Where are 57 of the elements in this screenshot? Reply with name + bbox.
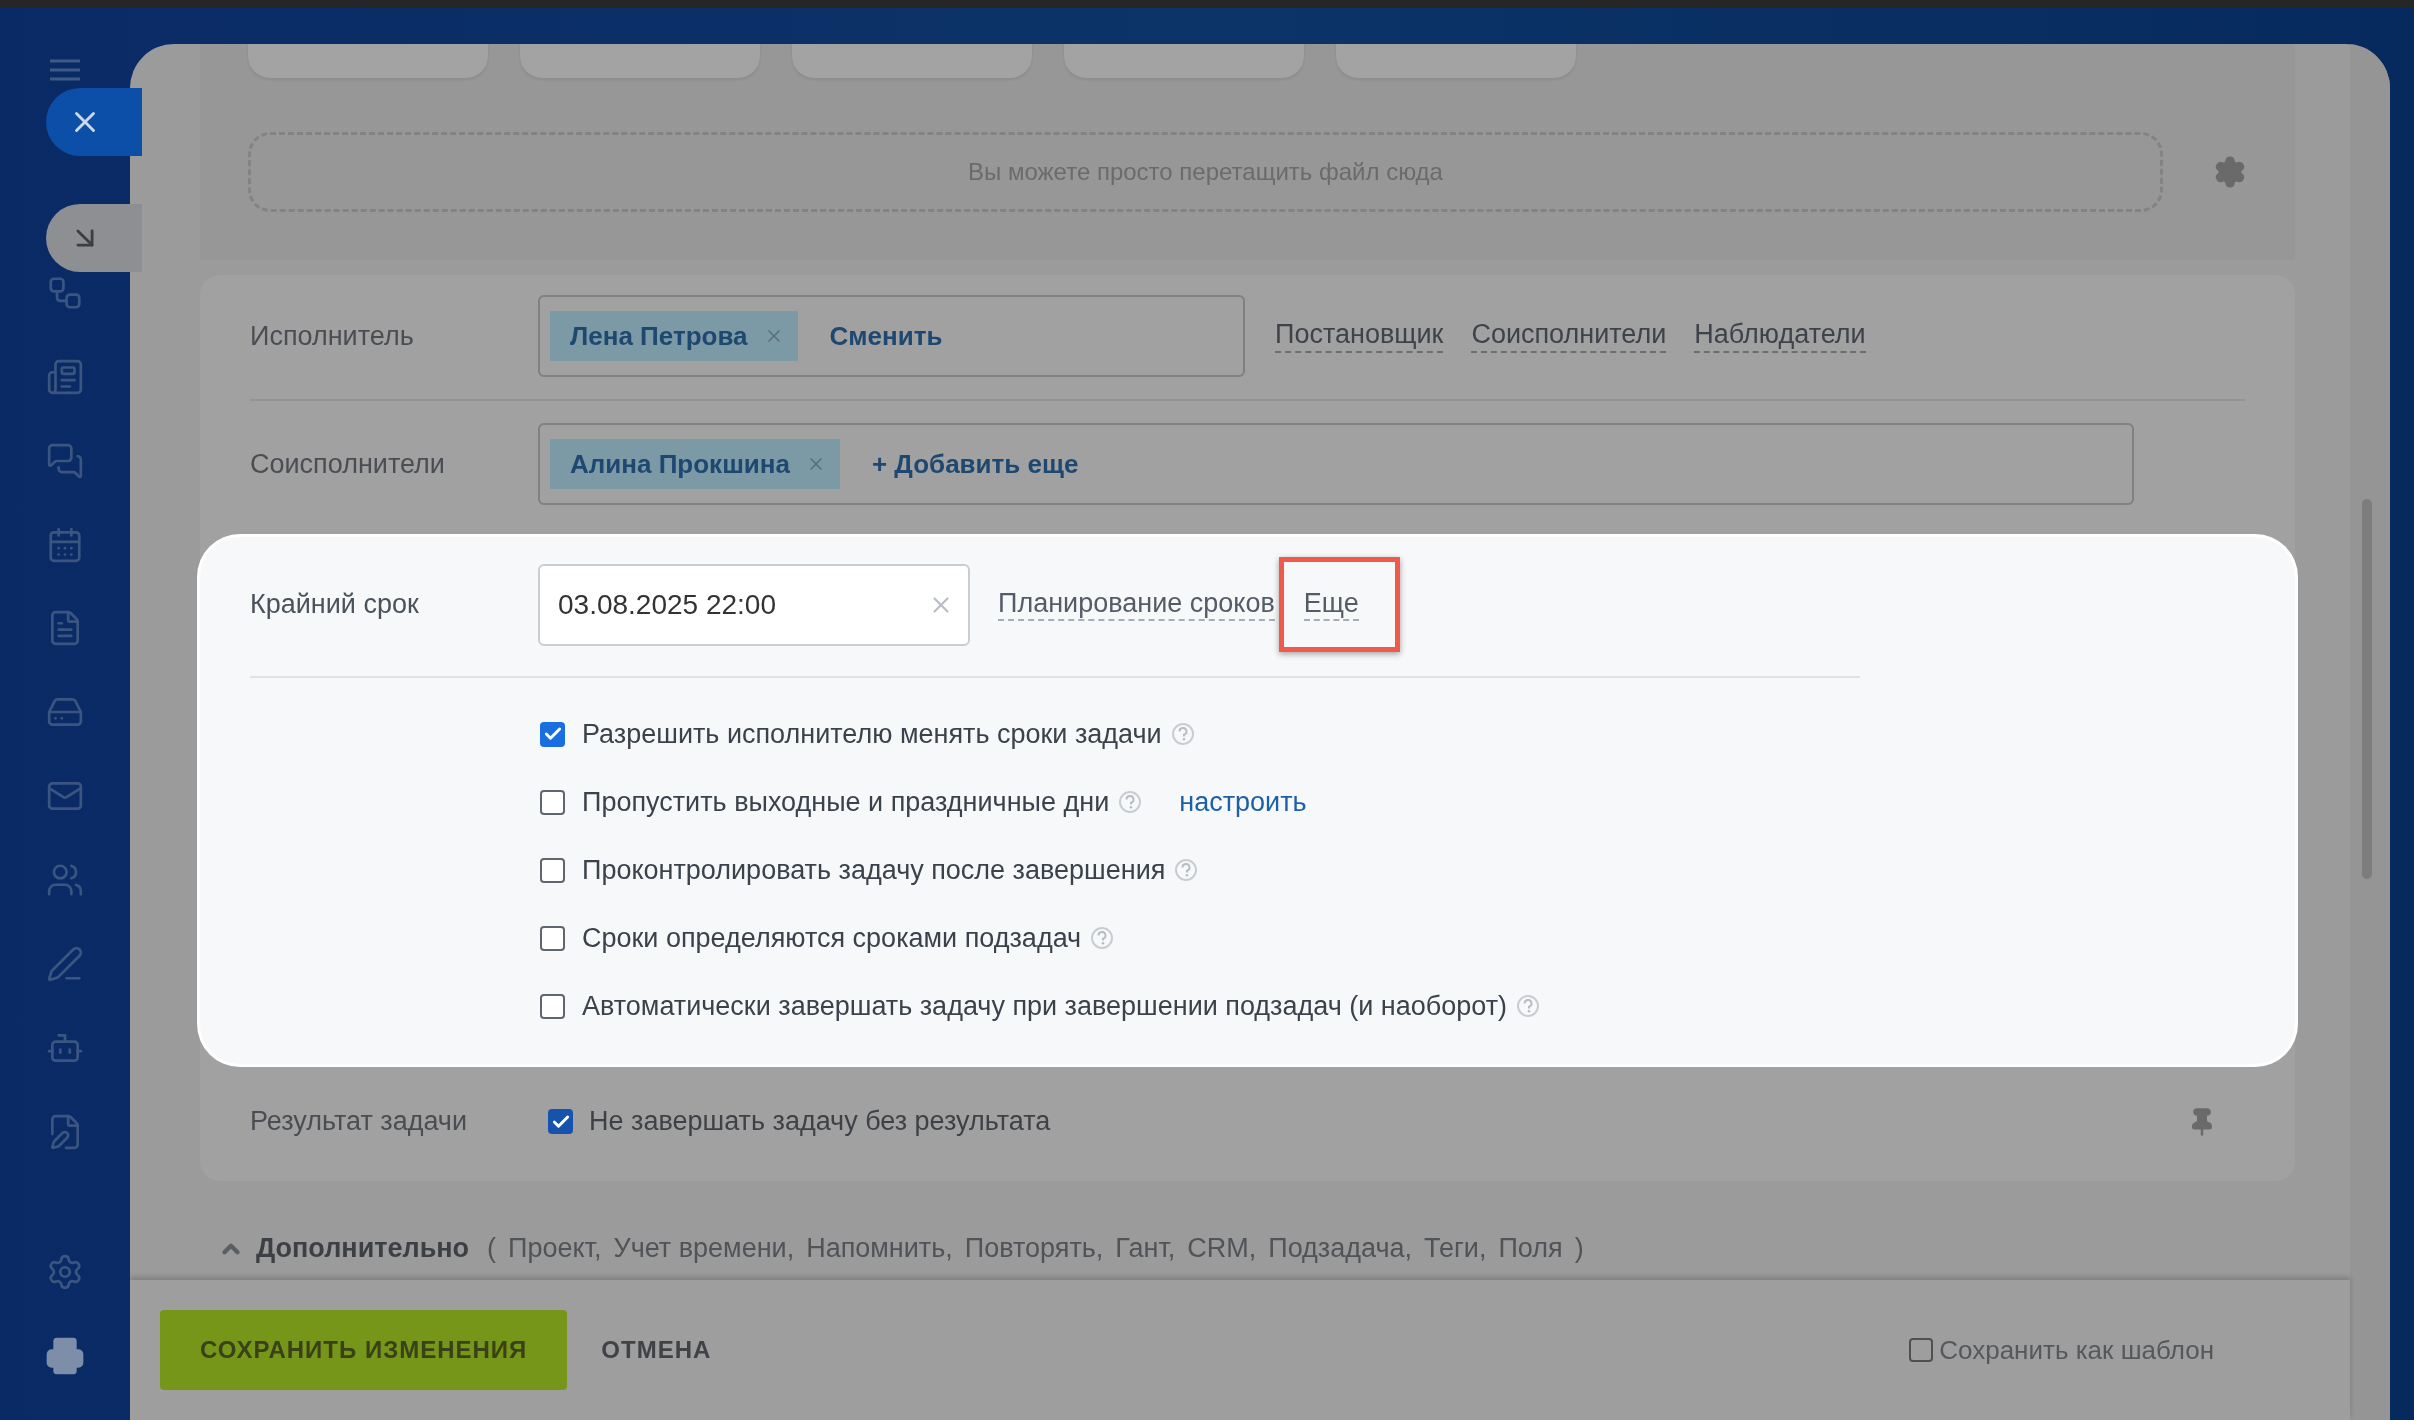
field-label: Результат задачи	[250, 1106, 468, 1138]
option-label: Проконтролировать задачу после завершения	[582, 854, 1166, 886]
option-label: Автоматически завершать задачу при завершении подзадач (и наоборот)	[582, 990, 1508, 1022]
date-input[interactable]: 03.08.2025 22:00	[556, 587, 896, 622]
person-name: Лена Петрова	[570, 320, 748, 352]
role-link[interactable]: Постановщик	[1275, 319, 1444, 353]
settings-icon[interactable]	[46, 1252, 84, 1292]
role-link[interactable]: Соисполнители	[1471, 319, 1667, 353]
extra-field-link[interactable]: Повторять,	[964, 1233, 1104, 1265]
minimize-button[interactable]	[46, 204, 142, 272]
paren-text: )	[1574, 1233, 1584, 1265]
checkbox[interactable]	[540, 993, 565, 1019]
people-field[interactable]: Алина Прокшина + Добавить еще	[538, 423, 2134, 505]
people-action-link[interactable]: + Добавить еще	[871, 448, 1079, 480]
deadline-link[interactable]: Еще	[1303, 588, 1359, 622]
field-label: Соисполнители	[250, 448, 446, 480]
person-name: Алина Прокшина	[570, 448, 790, 480]
checkbox[interactable]	[540, 789, 565, 815]
field-label: Крайний срок	[250, 589, 420, 620]
checkbox[interactable]	[540, 721, 565, 747]
paren-text: (	[487, 1233, 497, 1265]
checkbox[interactable]	[540, 925, 565, 951]
printer-icon[interactable]	[45, 1335, 85, 1376]
setup-link[interactable]: настроить	[1179, 786, 1307, 818]
extra-field-link[interactable]: Теги,	[1424, 1233, 1487, 1265]
people-field[interactable]: Лена Петрова Сменить	[538, 295, 1245, 377]
help-icon[interactable]	[1171, 723, 1194, 746]
template-checkbox[interactable]: Сохранить как шаблон	[1909, 1334, 2214, 1366]
settings-icon[interactable]	[2213, 155, 2247, 189]
extra-field-link[interactable]: Учет времени,	[613, 1233, 795, 1265]
date-field[interactable]: 03.08.2025 22:00	[538, 563, 970, 646]
cancel-button[interactable]: ОТМЕНА	[595, 1335, 718, 1365]
help-icon[interactable]	[1091, 927, 1114, 950]
extra-field-link[interactable]: Поля	[1498, 1233, 1563, 1265]
role-link[interactable]: Наблюдатели	[1694, 319, 1866, 353]
deadline-link[interactable]: Планирование сроков	[998, 588, 1275, 622]
option-label: Пропустить выходные и праздничные дни	[582, 786, 1110, 818]
option-label: Разрешить исполнителю менять сроки задачи	[582, 718, 1162, 750]
more-toggle[interactable]: Дополнительно	[218, 1233, 470, 1265]
save-button[interactable]: СОХРАНИТЬ ИЗМЕНЕНИЯ	[160, 1310, 568, 1390]
extra-field-link[interactable]: CRM,	[1187, 1233, 1257, 1265]
option-label: Сроки определяются сроками подзадач	[582, 922, 1082, 954]
checkbox[interactable]	[540, 857, 565, 883]
extra-field-link[interactable]: Напомнить,	[806, 1233, 953, 1265]
checkbox[interactable]	[548, 1109, 573, 1135]
help-icon[interactable]	[1175, 859, 1198, 882]
extra-field-link[interactable]: Гант,	[1115, 1233, 1176, 1265]
people-action-link[interactable]: Сменить	[829, 320, 943, 352]
option-label: Не завершать задачу без результата	[589, 1106, 1051, 1138]
scrollbar-thumb[interactable]	[2362, 499, 2372, 879]
field-label: Исполнитель	[250, 320, 415, 352]
help-icon[interactable]	[1517, 995, 1540, 1018]
close-button[interactable]	[46, 88, 142, 156]
extra-field-link[interactable]: Подзадача,	[1268, 1233, 1412, 1265]
help-icon[interactable]	[1119, 791, 1142, 814]
extra-field-link[interactable]: Проект,	[508, 1233, 602, 1265]
menu-icon[interactable]	[48, 58, 82, 82]
